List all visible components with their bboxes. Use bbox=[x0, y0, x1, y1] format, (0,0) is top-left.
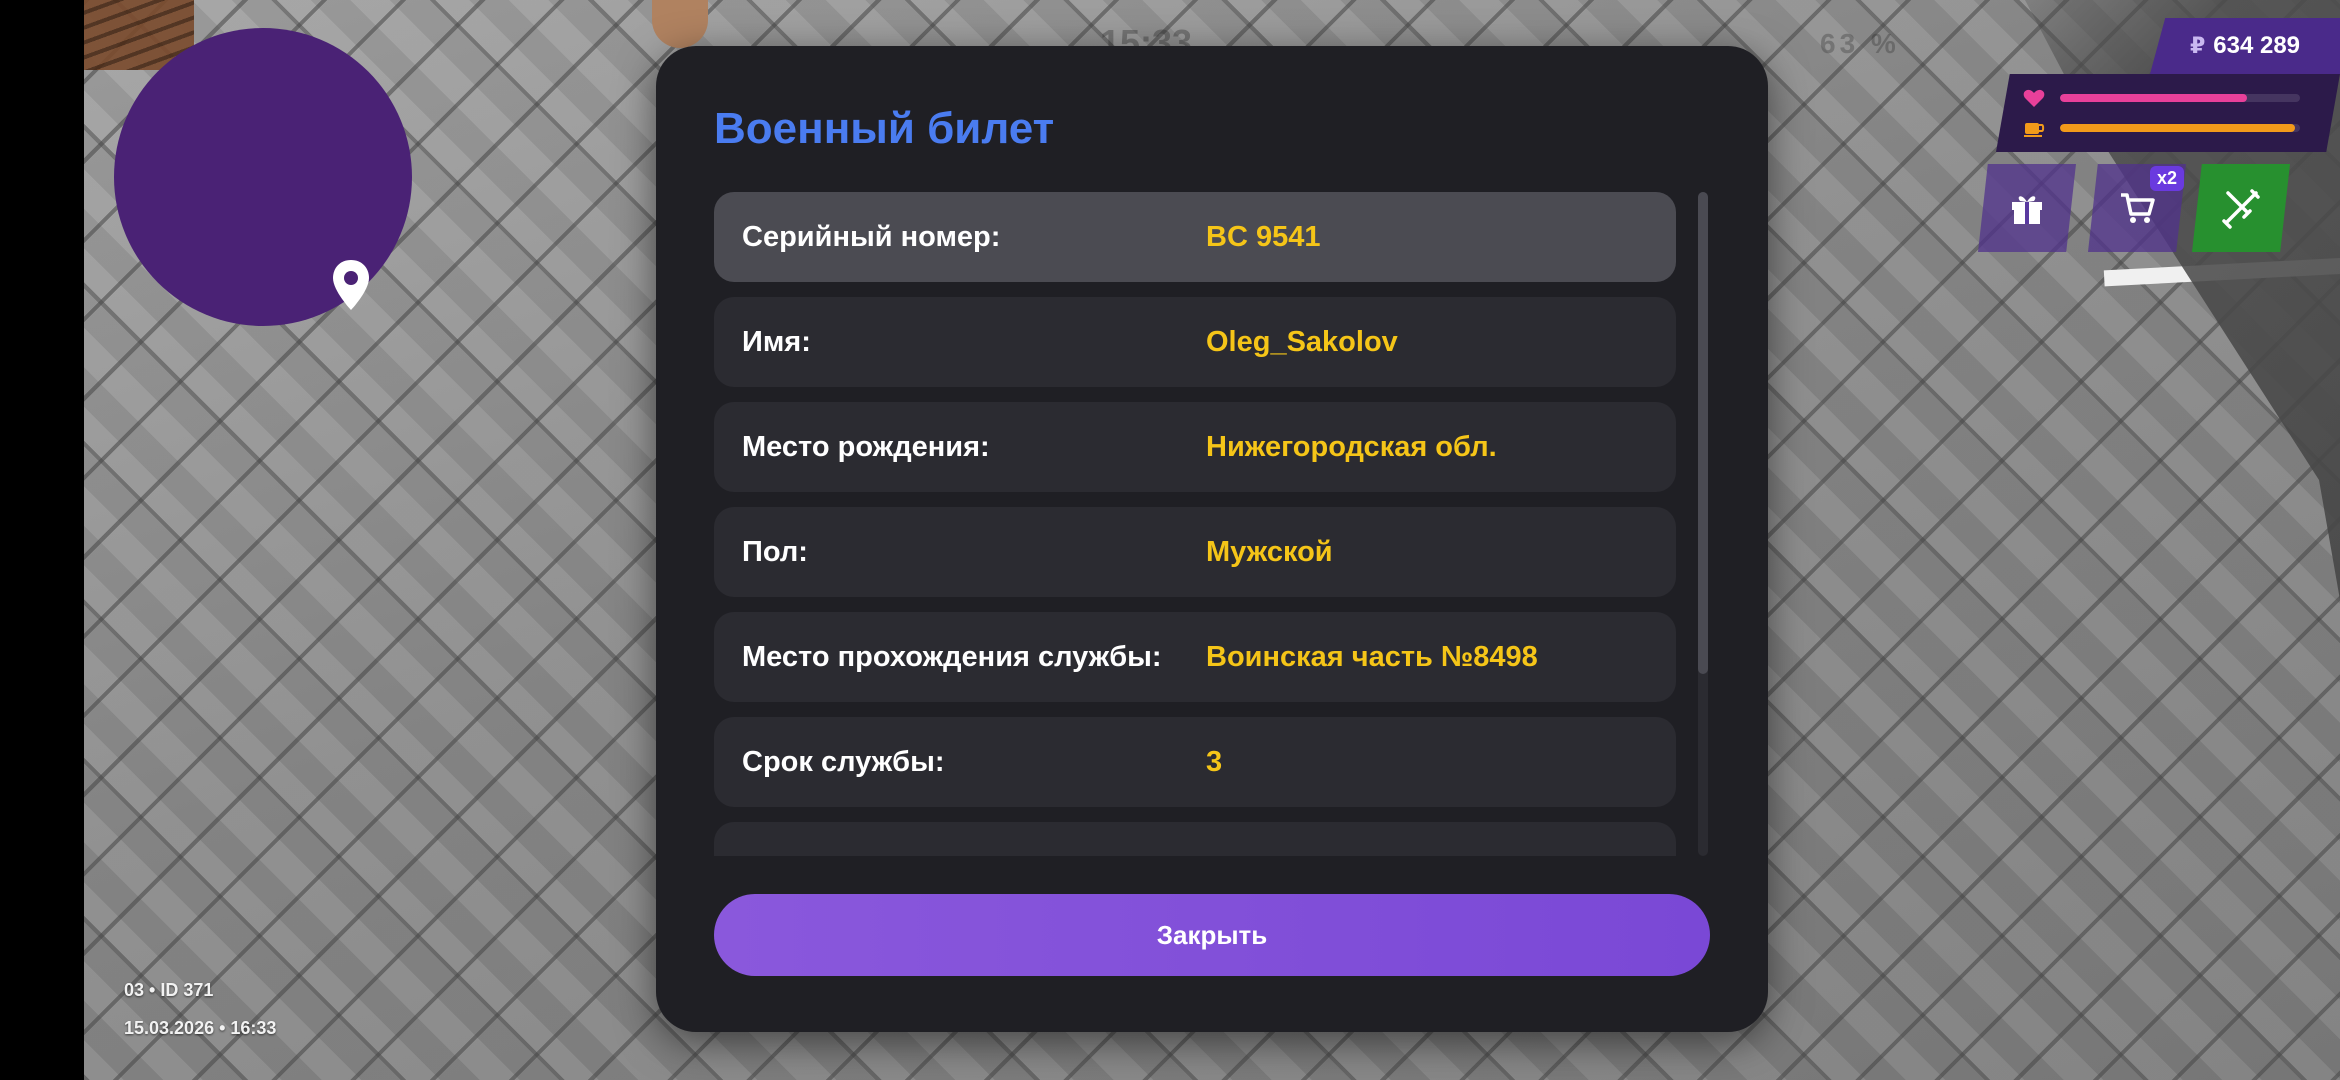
row-label: Имя: bbox=[742, 325, 811, 358]
list-scrollbar[interactable] bbox=[1698, 192, 1708, 856]
scrollbar-thumb[interactable] bbox=[1698, 192, 1708, 674]
health-stat bbox=[2022, 86, 2300, 110]
health-bar bbox=[2060, 94, 2300, 102]
heart-icon bbox=[2023, 89, 2045, 107]
row-label: Срок службы: bbox=[742, 745, 945, 778]
info-list[interactable]: Серийный номер: BC 9541 Имя: Oleg_Sakolo… bbox=[714, 192, 1700, 856]
food-bar bbox=[2060, 124, 2300, 132]
close-button[interactable]: Закрыть bbox=[714, 894, 1710, 976]
military-id-modal: Военный билет Серийный номер: BC 9541 Им… bbox=[656, 46, 1768, 1032]
map-pin-icon bbox=[333, 260, 369, 310]
player-stats-panel bbox=[1996, 74, 2340, 152]
row-value: 3 bbox=[1206, 745, 1223, 778]
row-value: BC 9541 bbox=[1206, 220, 1321, 253]
row-label: Пол: bbox=[742, 535, 808, 568]
info-row-service-term[interactable]: Срок службы: 3 bbox=[714, 717, 1676, 807]
money-amount: 634 289 bbox=[2213, 32, 2301, 59]
road-marking bbox=[2103, 253, 2340, 287]
gift-button[interactable] bbox=[1978, 164, 2076, 252]
health-bar-fill bbox=[2060, 94, 2248, 102]
info-row-birthplace[interactable]: Место рождения: Нижегородская обл. bbox=[714, 402, 1676, 492]
info-row-partial[interactable]: З С bbox=[714, 822, 1676, 856]
cup-icon bbox=[2024, 123, 2045, 137]
row-value: Нижегородская обл. bbox=[1206, 430, 1497, 463]
info-row-gender[interactable]: Пол: Мужской bbox=[714, 507, 1676, 597]
ruble-icon: ₽ bbox=[2189, 33, 2206, 58]
x2-bonus-badge: x2 bbox=[2150, 166, 2185, 191]
food-stat bbox=[2022, 116, 2300, 140]
server-id-label: 03 • ID 371 bbox=[124, 980, 214, 1000]
row-value: Воинская часть №8498 bbox=[1206, 640, 1538, 673]
gift-icon bbox=[2012, 196, 2042, 224]
datetime-label: 15.03.2026 • 16:33 bbox=[124, 1018, 277, 1038]
row-label: Серийный номер: bbox=[742, 220, 1001, 253]
info-row-name[interactable]: Имя: Oleg_Sakolov bbox=[714, 297, 1676, 387]
row-value: Oleg_Sakolov bbox=[1206, 325, 1398, 358]
food-bar-fill bbox=[2060, 124, 2296, 132]
money-display: ₽ 634 289 bbox=[2150, 18, 2340, 74]
row-label: Место прохождения службы: bbox=[742, 640, 1162, 673]
modal-title: Военный билет bbox=[714, 104, 1055, 153]
info-row-service-place[interactable]: Место прохождения службы: Воинская часть… bbox=[714, 612, 1676, 702]
cart-icon bbox=[2121, 193, 2155, 223]
info-row-serial-number[interactable]: Серийный номер: BC 9541 bbox=[714, 192, 1676, 282]
weapon-button[interactable] bbox=[2192, 164, 2290, 252]
row-value: Мужской bbox=[1206, 535, 1333, 568]
status-bar-indicators: 63 % bbox=[1820, 28, 1900, 59]
crossed-swords-icon bbox=[2222, 189, 2260, 229]
row-label: Место рождения: bbox=[742, 430, 990, 463]
